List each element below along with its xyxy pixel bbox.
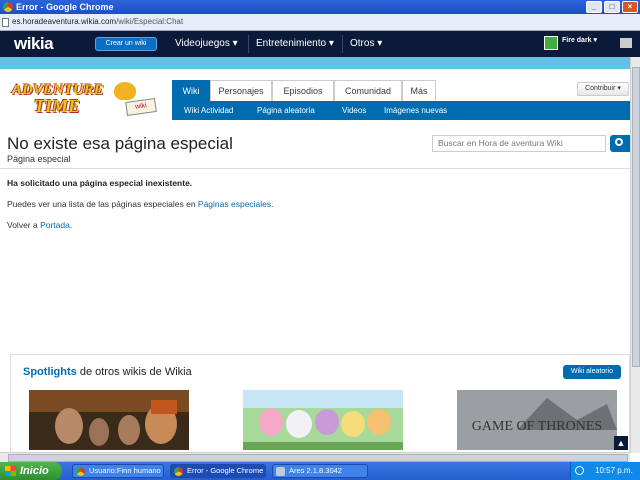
address-bar[interactable]: es.horadeaventura.wikia.com/wiki/Especia… bbox=[0, 14, 640, 31]
maximize-button[interactable]: □ bbox=[604, 1, 620, 13]
subtab-imagenes-nuevas[interactable]: Imágenes nuevas bbox=[384, 106, 447, 115]
tab-personajes[interactable]: Personajes bbox=[210, 80, 272, 101]
tab-comunidad[interactable]: Comunidad bbox=[334, 80, 402, 101]
horizontal-scroll-thumb[interactable] bbox=[8, 454, 628, 462]
taskbar: Inicio Usuario:Finn humano ... Error - G… bbox=[0, 462, 640, 480]
ares-icon bbox=[276, 467, 285, 476]
create-wiki-button[interactable]: Crear un wiki bbox=[95, 37, 157, 51]
page-icon bbox=[2, 18, 9, 27]
windows-logo-icon bbox=[5, 466, 16, 476]
spotlight-thumbnail-3[interactable]: GAME OF THRONES bbox=[457, 390, 617, 450]
search-icon bbox=[615, 138, 623, 146]
wiki-navigation: Wiki Personajes Episodios Comunidad Más … bbox=[172, 80, 630, 120]
wiki-subnav: Wiki Actividad Página aleatoria Videos I… bbox=[172, 101, 630, 120]
page-subtitle: Página especial bbox=[7, 154, 71, 164]
subtab-wiki-actividad[interactable]: Wiki Actividad bbox=[184, 106, 233, 115]
subtab-pagina-aleatoria[interactable]: Página aleatoria bbox=[257, 106, 315, 115]
wiki-logo-line2: TIME bbox=[34, 96, 81, 116]
contribute-button[interactable]: Contribuir ▾ bbox=[577, 82, 629, 96]
clock: 10:57 p.m. bbox=[595, 466, 633, 475]
nav-otros[interactable]: Otros ▾ bbox=[350, 38, 382, 49]
wiki-logo[interactable]: ADVENTURE TIME wiki bbox=[8, 80, 164, 122]
chrome-icon bbox=[3, 2, 13, 12]
jake-icon bbox=[114, 82, 136, 100]
spotlights-section: Spotlights de otros wikis de Wikia Wiki … bbox=[10, 354, 630, 458]
chrome-icon bbox=[174, 467, 183, 476]
portada-link[interactable]: Portada bbox=[40, 220, 70, 230]
wikia-global-nav: wikia Crear un wiki Videojuegos ▾ Entret… bbox=[0, 31, 640, 57]
chrome-icon bbox=[76, 467, 85, 476]
nav-entretenimiento[interactable]: Entretenimiento ▾ bbox=[256, 38, 334, 49]
spotlight-thumbnail-2[interactable] bbox=[243, 390, 403, 450]
start-button[interactable]: Inicio bbox=[0, 462, 62, 480]
wiki-logo-tag: wiki bbox=[125, 97, 157, 117]
taskbar-item-usuario[interactable]: Usuario:Finn humano ... bbox=[72, 464, 164, 478]
url-text[interactable]: es.horadeaventura.wikia.com/wiki/Especia… bbox=[12, 17, 183, 26]
search-button[interactable] bbox=[610, 135, 632, 152]
close-button[interactable]: × bbox=[622, 1, 638, 13]
wikia-logo[interactable]: wikia bbox=[14, 34, 54, 54]
nav-videojuegos[interactable]: Videojuegos ▾ bbox=[175, 38, 238, 49]
tab-episodios[interactable]: Episodios bbox=[272, 80, 334, 101]
spotlights-title: Spotlights de otros wikis de Wikia bbox=[23, 366, 192, 378]
tray-icon[interactable] bbox=[575, 466, 584, 475]
header-divider bbox=[0, 168, 630, 169]
horizontal-scrollbar[interactable] bbox=[0, 452, 630, 462]
minimize-button[interactable]: _ bbox=[586, 1, 602, 13]
taskbar-item-chrome[interactable]: Error - Google Chrome bbox=[170, 464, 266, 478]
page-title: No existe esa página especial bbox=[7, 134, 233, 153]
avatar[interactable] bbox=[544, 36, 558, 50]
special-pages-message: Puedes ver una lista de las páginas espe… bbox=[7, 199, 274, 209]
wiki-header-band bbox=[0, 57, 640, 69]
system-tray: 10:57 p.m. bbox=[570, 462, 640, 480]
window-title-bar: Error - Google Chrome _ □ × bbox=[0, 0, 640, 14]
notifications-icon[interactable] bbox=[620, 38, 632, 48]
spotlight-thumbnail-3-caption: GAME OF THRONES bbox=[472, 419, 602, 434]
vertical-scrollbar[interactable] bbox=[630, 57, 640, 453]
subtab-videos[interactable]: Videos bbox=[342, 106, 366, 115]
spotlight-thumbnail-1[interactable] bbox=[29, 390, 189, 450]
error-message: Ha solicitado una página especial inexis… bbox=[7, 178, 193, 188]
tab-wiki[interactable]: Wiki bbox=[172, 80, 210, 101]
back-message: Volver a Portada. bbox=[7, 220, 73, 230]
user-menu[interactable]: Fire dark ▾ bbox=[562, 36, 597, 44]
search-input[interactable]: Buscar en Hora de aventura Wiki bbox=[432, 135, 606, 152]
back-to-top-button[interactable]: ▲ bbox=[614, 436, 628, 450]
vertical-scroll-thumb[interactable] bbox=[632, 67, 640, 367]
nav-divider bbox=[342, 35, 343, 53]
special-pages-link[interactable]: Páginas especiales bbox=[198, 199, 271, 209]
window-title: Error - Google Chrome bbox=[16, 2, 114, 12]
tab-mas[interactable]: Más bbox=[402, 80, 436, 101]
taskbar-item-ares[interactable]: Ares 2.1.8.3042 bbox=[272, 464, 368, 478]
nav-divider bbox=[248, 35, 249, 53]
random-wiki-button[interactable]: Wiki aleatorio bbox=[563, 365, 621, 379]
